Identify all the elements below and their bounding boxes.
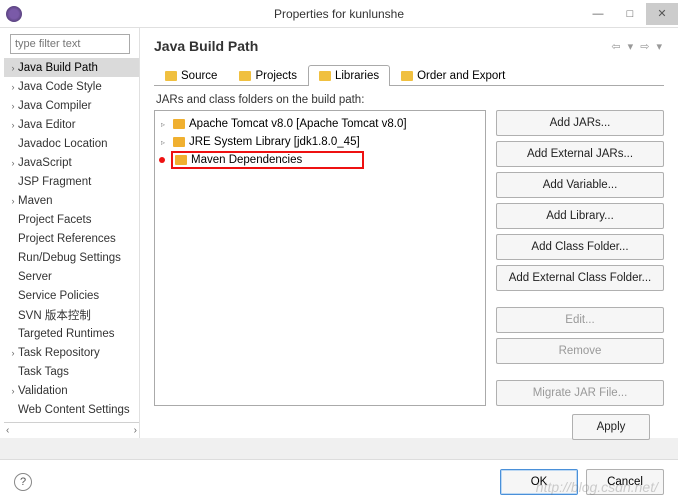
expand-icon[interactable]: ▹ bbox=[161, 120, 169, 129]
sidebar-item-svn[interactable]: SVN 版本控制 bbox=[4, 305, 139, 324]
library-icon bbox=[175, 155, 187, 165]
sidebar-item-java-editor[interactable]: ›Java Editor bbox=[4, 115, 139, 134]
add-class-folder-button[interactable]: Add Class Folder... bbox=[496, 234, 664, 260]
highlight-box: Maven Dependencies bbox=[171, 151, 364, 169]
app-icon bbox=[6, 6, 22, 22]
folder-icon bbox=[239, 71, 251, 81]
tab-bar: Source Projects Libraries Order and Expo… bbox=[154, 64, 664, 86]
add-external-class-folder-button[interactable]: Add External Class Folder... bbox=[496, 265, 664, 291]
sidebar-item-java-code-style[interactable]: ›Java Code Style bbox=[4, 77, 139, 96]
sidebar-item-server[interactable]: Server bbox=[4, 267, 139, 286]
page-title: Java Build Path bbox=[154, 38, 258, 54]
sidebar-item-run-debug[interactable]: Run/Debug Settings bbox=[4, 248, 139, 267]
sidebar-item-targeted-runtimes[interactable]: Targeted Runtimes bbox=[4, 324, 139, 343]
tab-order-export[interactable]: Order and Export bbox=[390, 65, 516, 86]
add-library-button[interactable]: Add Library... bbox=[496, 203, 664, 229]
sidebar-item-javascript[interactable]: ›JavaScript bbox=[4, 153, 139, 172]
tab-libraries[interactable]: Libraries bbox=[308, 65, 390, 86]
scroll-left-icon[interactable]: ‹ bbox=[6, 425, 9, 436]
sidebar-item-validation[interactable]: ›Validation bbox=[4, 381, 139, 400]
sidebar-item-java-compiler[interactable]: ›Java Compiler bbox=[4, 96, 139, 115]
add-variable-button[interactable]: Add Variable... bbox=[496, 172, 664, 198]
library-icon bbox=[319, 71, 331, 81]
sidebar-item-jsp-fragment[interactable]: JSP Fragment bbox=[4, 172, 139, 191]
sidebar-item-project-facets[interactable]: Project Facets bbox=[4, 210, 139, 229]
jar-item-jre[interactable]: ▹ JRE System Library [jdk1.8.0_45] bbox=[159, 133, 481, 151]
filter-input[interactable] bbox=[10, 34, 130, 54]
sidebar-tree: ›Java Build Path ›Java Code Style ›Java … bbox=[4, 58, 139, 422]
sidebar-item-java-build-path[interactable]: ›Java Build Path bbox=[4, 58, 139, 77]
help-icon[interactable]: ? bbox=[14, 473, 32, 491]
window-title: Properties for kunlunshe bbox=[274, 7, 404, 21]
sidebar-item-project-references[interactable]: Project References bbox=[4, 229, 139, 248]
annotation-dot-icon bbox=[159, 157, 165, 163]
minimize-button[interactable]: — bbox=[582, 3, 614, 25]
close-button[interactable]: ✕ bbox=[646, 3, 678, 25]
maximize-button[interactable]: □ bbox=[614, 3, 646, 25]
apply-button[interactable]: Apply bbox=[572, 414, 650, 440]
button-column: Add JARs... Add External JARs... Add Var… bbox=[496, 110, 664, 406]
jar-label: Apache Tomcat v8.0 [Apache Tomcat v8.0] bbox=[189, 118, 407, 130]
dialog-footer: ? OK Cancel bbox=[0, 459, 678, 503]
tab-projects[interactable]: Projects bbox=[228, 65, 308, 86]
cancel-button[interactable]: Cancel bbox=[586, 469, 664, 495]
jar-item-tomcat[interactable]: ▹ Apache Tomcat v8.0 [Apache Tomcat v8.0… bbox=[159, 115, 481, 133]
edit-button: Edit... bbox=[496, 307, 664, 333]
library-icon bbox=[173, 119, 185, 129]
sidebar-item-service-policies[interactable]: Service Policies bbox=[4, 286, 139, 305]
remove-button: Remove bbox=[496, 338, 664, 364]
sidebar: ›Java Build Path ›Java Code Style ›Java … bbox=[0, 28, 140, 438]
sidebar-item-task-tags[interactable]: Task Tags bbox=[4, 362, 139, 381]
main-panel: Java Build Path ⇦ ▾ ⇨ ▾ Source Projects … bbox=[140, 28, 678, 438]
add-jars-button[interactable]: Add JARs... bbox=[496, 110, 664, 136]
order-icon bbox=[401, 71, 413, 81]
folder-icon bbox=[165, 71, 177, 81]
jars-description: JARs and class folders on the build path… bbox=[156, 94, 664, 106]
scroll-right-icon[interactable]: › bbox=[134, 425, 137, 436]
ok-button[interactable]: OK bbox=[500, 469, 578, 495]
nav-history[interactable]: ⇦ ▾ ⇨ ▾ bbox=[611, 40, 664, 53]
sidebar-item-maven[interactable]: ›Maven bbox=[4, 191, 139, 210]
jar-item-maven[interactable]: Maven Dependencies bbox=[159, 151, 481, 169]
title-bar: Properties for kunlunshe — □ ✕ bbox=[0, 0, 678, 28]
add-external-jars-button[interactable]: Add External JARs... bbox=[496, 141, 664, 167]
migrate-jar-button: Migrate JAR File... bbox=[496, 380, 664, 406]
sidebar-scrollbar[interactable]: ‹ › bbox=[4, 422, 139, 438]
library-icon bbox=[173, 137, 185, 147]
expand-icon[interactable]: ▹ bbox=[161, 138, 169, 147]
jar-list[interactable]: ▹ Apache Tomcat v8.0 [Apache Tomcat v8.0… bbox=[154, 110, 486, 406]
jar-label: Maven Dependencies bbox=[191, 154, 302, 166]
jar-label: JRE System Library [jdk1.8.0_45] bbox=[189, 136, 360, 148]
sidebar-item-task-repository[interactable]: ›Task Repository bbox=[4, 343, 139, 362]
tab-source[interactable]: Source bbox=[154, 65, 228, 86]
sidebar-item-web-content[interactable]: Web Content Settings bbox=[4, 400, 139, 419]
sidebar-item-javadoc-location[interactable]: Javadoc Location bbox=[4, 134, 139, 153]
